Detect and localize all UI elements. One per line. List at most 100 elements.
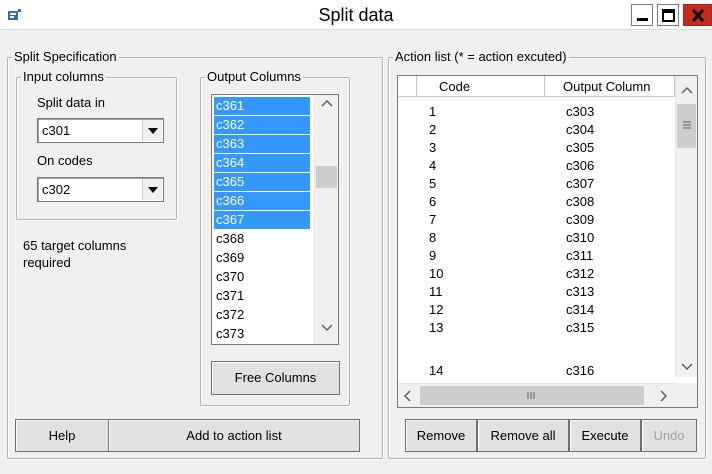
chevron-down-icon[interactable] [142,120,162,141]
chevron-right-icon [660,390,668,402]
list-item[interactable]: c368 [214,230,310,248]
chevron-left-icon [403,390,411,402]
on-codes-value: c302 [42,182,71,197]
undo-label: Undo [653,428,685,443]
list-item[interactable]: c363 [214,135,310,153]
window-title: Split data [318,5,394,25]
scroll-up-button[interactable] [676,82,697,99]
minimize-icon [637,18,648,21]
code-cell: 8 [429,230,437,245]
output-cell: c311 [566,248,594,263]
undo-button[interactable]: Undo [641,419,697,452]
action-list-vertical-scrollbar[interactable] [675,76,697,377]
output-cell: c314 [566,302,595,317]
output-cell: c307 [566,176,595,191]
scroll-right-button[interactable] [653,384,673,407]
remove-all-label: Remove all [490,428,556,443]
scroll-left-button[interactable] [398,384,418,407]
output-cell: c316 [566,364,595,375]
output-cell: c308 [566,194,595,209]
add-to-action-list-button[interactable]: Add to action list [108,419,360,452]
on-codes-label: On codes [37,153,93,168]
free-columns-button[interactable]: Free Columns [211,361,340,395]
output-cell: c303 [566,104,595,119]
action-list-horizontal-scrollbar[interactable] [398,383,675,407]
chevron-up-icon [321,99,333,107]
output-cell: c313 [566,284,595,299]
title-bar[interactable]: Split data [0,0,712,30]
code-cell: 11 [429,284,443,299]
input-columns-legend: Input columns [23,69,104,84]
list-item[interactable]: c367 [214,211,310,229]
output-cell: c309 [566,212,595,227]
list-item[interactable]: c369 [214,249,310,267]
remove-label: Remove [416,428,466,443]
scroll-down-button[interactable] [676,358,697,375]
close-button[interactable] [683,4,712,26]
chevron-down-icon[interactable] [142,179,162,200]
list-item[interactable]: c371 [214,287,310,305]
remove-button[interactable]: Remove [405,419,477,452]
scrollbar-corner [675,383,697,407]
scroll-thumb[interactable] [677,104,696,148]
output-columns-scrollbar[interactable] [314,95,338,344]
list-item[interactable]: c373 [214,325,310,343]
output-columns-list[interactable]: c361 c362 c363 c364 c365 c366 c367 c368 … [211,94,339,345]
scroll-thumb[interactable] [420,386,644,405]
code-cell: 13 [429,320,444,335]
action-list-legend: Action list (* = action excuted) [395,49,567,64]
on-codes-select[interactable]: c302 [37,177,164,202]
code-cell: 4 [429,158,437,173]
code-cell: 2 [429,122,437,137]
split-data-in-value: c301 [42,123,71,138]
code-cell: 7 [429,212,437,227]
code-cell: 5 [429,176,437,191]
chevron-down-icon [321,324,333,332]
output-cell: c310 [566,230,595,245]
code-cell: 12 [429,302,444,317]
free-columns-label: Free Columns [234,370,317,385]
list-item[interactable]: c366 [214,192,310,210]
scroll-thumb[interactable] [316,166,337,188]
scroll-up-button[interactable] [315,95,338,112]
split-data-in-select[interactable]: c301 [37,118,164,143]
list-item[interactable]: c362 [214,116,310,134]
help-button[interactable]: Help [15,419,109,452]
add-to-action-list-label: Add to action list [186,428,282,443]
list-item[interactable]: c364 [214,154,310,172]
code-cell: 1 [429,104,437,119]
output-columns-legend: Output Columns [207,69,301,84]
target-columns-note-2: required [23,255,71,270]
output-cell: c315 [566,320,595,335]
grip-icon [527,392,535,399]
execute-label: Execute [581,428,629,443]
help-label: Help [48,428,76,443]
output-cell: c305 [566,140,595,155]
chevron-down-icon [681,363,693,371]
output-cell: c304 [566,122,595,137]
minimize-button[interactable] [631,4,653,26]
code-cell: 10 [429,266,444,281]
list-item[interactable]: c365 [214,173,310,191]
row-header-corner [398,76,417,97]
target-columns-note: 65 target columns [23,238,127,253]
output-cell: c312 [566,266,595,281]
remove-all-button[interactable]: Remove all [477,419,569,452]
code-cell: 6 [429,194,437,209]
close-icon [691,8,705,23]
maximize-button[interactable] [657,4,679,26]
grip-icon [683,121,691,129]
column-header-output-column[interactable]: Output Column [545,76,675,97]
code-cell: 14 [429,364,444,375]
scroll-down-button[interactable] [315,319,338,336]
code-cell: 9 [429,248,437,263]
column-header-code[interactable]: Code [417,76,545,97]
output-cell: c306 [566,158,595,173]
split-specification-legend: Split Specification [14,49,117,64]
split-data-in-label: Split data in [37,95,105,110]
list-item[interactable]: c370 [214,268,310,286]
list-item[interactable]: c361 [214,97,310,115]
list-item[interactable]: c372 [214,306,310,324]
execute-button[interactable]: Execute [569,419,641,452]
action-list-grid[interactable]: Code Output Column 1 c303 2 c304 3 c305 … [397,75,698,408]
